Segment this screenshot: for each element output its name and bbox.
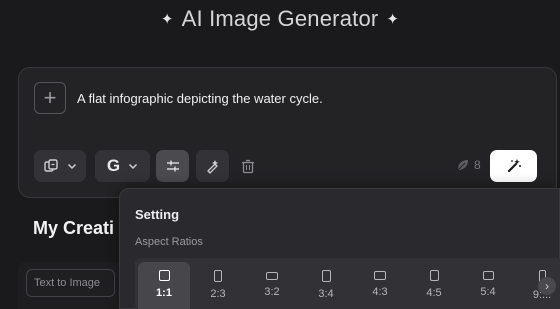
provider-select-button[interactable]: G <box>95 150 150 182</box>
aspect-ratio-option[interactable]: 4:5 <box>408 262 460 309</box>
aspect-ratio-label: 3:2 <box>264 286 280 298</box>
aspect-ratio-label: 3:4 <box>318 288 334 300</box>
portrait-icon <box>214 270 222 282</box>
settings-button[interactable] <box>156 150 189 182</box>
chevron-down-icon <box>129 163 138 170</box>
prompt-input[interactable]: A flat infographic depicting the water c… <box>77 91 323 106</box>
aspect-ratio-option[interactable]: 4:3 <box>354 262 406 309</box>
magic-wand-icon <box>507 159 521 173</box>
aspect-ratio-option[interactable]: 2:3 <box>192 262 244 309</box>
aspect-ratio-label: 4:5 <box>426 287 442 299</box>
aspect-ratios-label: Aspect Ratios <box>135 236 203 248</box>
aspect-ratio-label: 5:4 <box>480 286 496 298</box>
sparkle-icon: ✦ <box>386 11 400 28</box>
settings-title: Setting <box>135 207 180 222</box>
model-select-button[interactable] <box>34 150 86 182</box>
aspect-ratio-option[interactable]: 3:4 <box>300 262 352 309</box>
portrait-icon <box>429 270 439 281</box>
magic-brush-icon <box>206 160 218 174</box>
aspect-ratio-label: 4:3 <box>372 286 388 298</box>
sparkle-icon: ✦ <box>160 11 174 28</box>
generate-button[interactable] <box>490 150 537 182</box>
scroll-right-button[interactable]: › <box>538 277 556 295</box>
layers-icon <box>44 159 58 172</box>
square-icon <box>158 270 170 281</box>
chevron-down-icon <box>67 163 77 170</box>
aspect-ratio-list: 1:1 2:3 3:2 3:4 4:3 4:5 5:4 9:... <box>135 258 560 309</box>
landscape-icon <box>266 272 278 280</box>
leaf-icon <box>457 160 468 171</box>
aspect-ratio-label: 2:3 <box>210 288 226 300</box>
my-creations-heading: My Creati <box>33 218 115 238</box>
landscape-icon <box>482 271 494 280</box>
portrait-icon <box>321 270 331 282</box>
prompt-card: + A flat infographic depicting the water… <box>18 67 557 198</box>
style-button[interactable] <box>196 150 229 182</box>
plus-icon: + <box>43 85 57 110</box>
sliders-icon <box>166 160 179 172</box>
settings-popover: Setting Aspect Ratios 1:1 2:3 3:2 3:4 4:… <box>119 188 560 309</box>
aspect-ratio-label: 1:1 <box>156 287 172 299</box>
add-reference-button[interactable]: + <box>34 82 66 114</box>
aspect-ratio-option[interactable]: 1:1 <box>138 262 190 309</box>
google-icon: G <box>106 156 121 175</box>
credits-indicator: 8 <box>456 158 481 172</box>
page-title: ✦ AI Image Generator ✦ <box>0 6 560 32</box>
aspect-ratio-option[interactable]: 3:2 <box>246 262 298 309</box>
landscape-icon <box>374 271 386 280</box>
filter-text-to-image[interactable]: Text to Image <box>26 269 115 297</box>
page-title-text: AI Image Generator <box>181 6 379 31</box>
aspect-ratio-option[interactable]: 5:4 <box>462 262 514 309</box>
clear-button[interactable] <box>237 150 259 182</box>
trash-icon <box>242 159 254 173</box>
credits-value: 8 <box>474 158 481 172</box>
chevron-right-icon: › <box>545 279 549 293</box>
